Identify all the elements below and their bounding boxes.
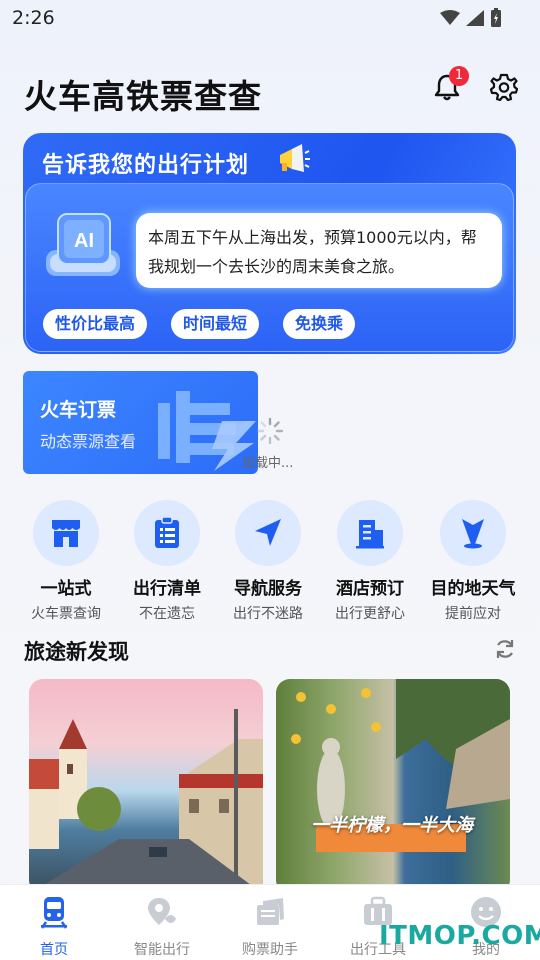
chip-no-transfer[interactable]: 免换乘: [283, 309, 356, 339]
battery-icon: [491, 8, 501, 27]
discover-card[interactable]: [29, 679, 263, 894]
shop-icon: [52, 520, 80, 547]
page-title: 火车高铁票查查: [24, 77, 262, 116]
checklist-icon: [155, 516, 179, 548]
plan-chips: 性价比最高 时间最短 免换乘: [43, 309, 356, 339]
tab-ticket-assistant[interactable]: 购票助手: [220, 895, 320, 959]
tab-label: 购票助手: [242, 942, 298, 958]
gear-icon[interactable]: [489, 72, 519, 102]
navigation-icon: [255, 519, 281, 546]
status-bar: 2:26: [0, 0, 540, 36]
service-subtitle: 不在遗忘: [139, 606, 195, 622]
watermark: ITMOP.COM: [379, 921, 540, 951]
wifi-icon: [440, 10, 460, 25]
train-card-title: 火车订票: [40, 399, 117, 421]
tickets-icon: [257, 898, 284, 925]
train-icon: [40, 897, 68, 929]
location-icon: [462, 519, 484, 549]
service-title: 导航服务: [234, 579, 302, 599]
coast-photo: [291, 679, 510, 852]
service-hotel[interactable]: 酒店预订 出行更舒心: [318, 500, 422, 623]
service-subtitle: 火车票查询: [31, 606, 101, 622]
loading-text: 加载中...: [242, 456, 294, 471]
train-card-subtitle: 动态票源查看: [40, 432, 137, 451]
service-checklist[interactable]: 出行清单 不在遗忘: [115, 500, 219, 623]
refresh-icon[interactable]: [494, 638, 516, 660]
ai-label: AI: [74, 230, 94, 252]
service-navigation[interactable]: 导航服务 出行不迷路: [216, 500, 320, 623]
service-subtitle: 提前应对: [445, 606, 501, 622]
plan-title: 告诉我您的出行计划: [42, 153, 250, 178]
tab-home[interactable]: 首页: [4, 895, 104, 959]
train-booking-card[interactable]: 火车订票 动态票源查看: [23, 371, 258, 474]
signal-icon: [466, 10, 484, 26]
service-title: 一站式: [40, 579, 92, 599]
plan-prompt-text[interactable]: 本周五下午从上海出发，预算1000元以内，帮我规划一个去长沙的周末美食之旅。: [136, 213, 502, 288]
service-subtitle: 出行不迷路: [233, 606, 303, 622]
town-photo: [29, 709, 263, 894]
status-time: 2:26: [12, 7, 55, 29]
hotel-icon: [356, 520, 384, 549]
ai-robot-icon: AI: [46, 213, 120, 276]
service-grid: 一站式 火车票查询 出行清单 不在遗忘 导航服务 出行不迷路 酒店预订 出行更舒…: [0, 500, 540, 625]
service-title: 酒店预订: [336, 579, 404, 599]
tab-label: 首页: [40, 942, 68, 958]
photo-caption: 一半柠檬，一半大海: [311, 815, 473, 836]
chip-best-value[interactable]: 性价比最高: [43, 309, 148, 339]
tab-smart-travel[interactable]: 智能出行: [112, 895, 212, 959]
megaphone-icon: [280, 144, 310, 172]
discover-title: 旅途新发现: [24, 640, 129, 664]
tab-label: 智能出行: [134, 942, 190, 958]
notification-badge: 1: [449, 66, 469, 86]
service-weather[interactable]: 目的地天气 提前应对: [421, 500, 525, 623]
service-title: 目的地天气: [430, 579, 516, 599]
travel-plan-card[interactable]: 告诉我您的出行计划 AI 本周五下午从上海出发，预算1000元以内，帮我规划一个…: [23, 133, 516, 354]
discover-card[interactable]: 一半柠檬，一半大海: [276, 679, 510, 894]
chip-shortest-time[interactable]: 时间最短: [171, 309, 260, 339]
loading-spinner-icon: [256, 417, 284, 445]
map-pin-icon: [148, 898, 176, 925]
service-title: 出行清单: [133, 579, 201, 599]
plan-input-panel: AI 本周五下午从上海出发，预算1000元以内，帮我规划一个去长沙的周末美食之旅…: [25, 183, 514, 352]
service-subtitle: 出行更舒心: [335, 606, 405, 622]
service-one-stop[interactable]: 一站式 火车票查询: [14, 500, 118, 623]
